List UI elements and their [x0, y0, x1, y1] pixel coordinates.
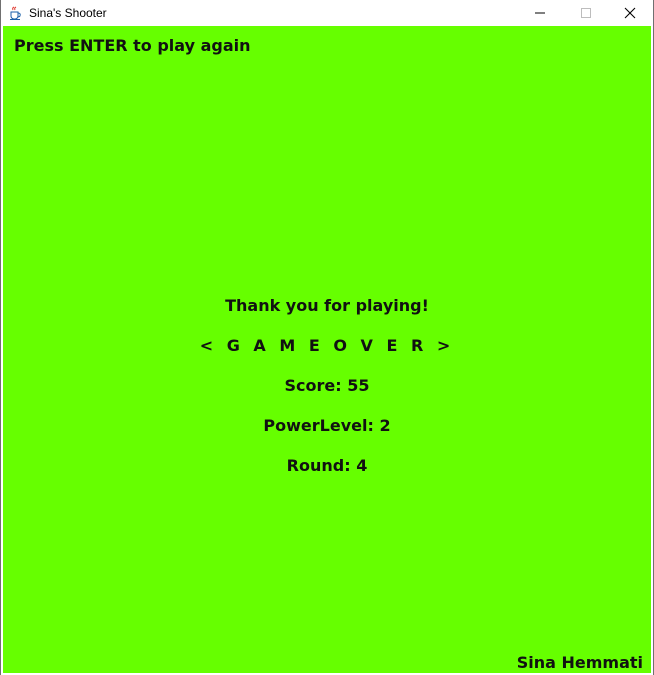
- score-text: Score: 55: [284, 376, 370, 395]
- restart-hint: Press ENTER to play again: [14, 36, 251, 55]
- thanks-message: Thank you for playing!: [225, 296, 429, 315]
- minimize-button[interactable]: [517, 0, 563, 26]
- maximize-icon: [580, 4, 592, 23]
- game-canvas[interactable]: Press ENTER to play again Thank you for …: [3, 26, 651, 673]
- title-bar[interactable]: Sina's Shooter: [1, 0, 653, 26]
- maximize-button[interactable]: [563, 0, 609, 26]
- game-window: Sina's Shooter Press ENTER to play again…: [0, 0, 654, 675]
- round-text: Round: 4: [286, 456, 368, 475]
- java-cup-icon[interactable]: [7, 5, 23, 21]
- game-over-title: < G A M E O V E R >: [199, 336, 455, 355]
- close-button[interactable]: [607, 0, 653, 26]
- power-level-text: PowerLevel: 2: [263, 416, 391, 435]
- close-icon: [624, 4, 636, 23]
- author-credit: Sina Hemmati: [516, 653, 643, 672]
- window-title: Sina's Shooter: [29, 6, 107, 20]
- minimize-icon: [534, 4, 546, 23]
